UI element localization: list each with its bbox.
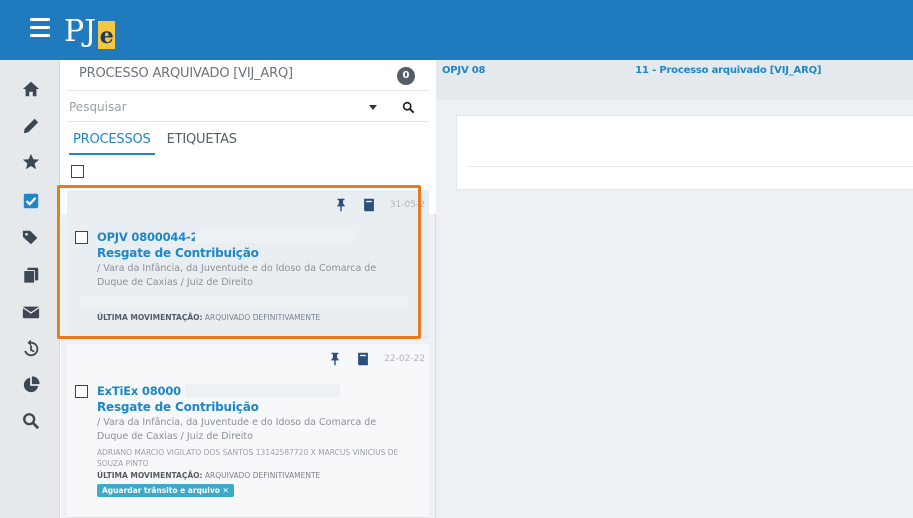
pin-icon[interactable]	[334, 198, 348, 212]
select-all-row	[61, 158, 436, 186]
last-movement-value: ARQUIVADO DEFINITIVAMENTE	[204, 313, 321, 322]
last-movement-value: ARQUIVADO DEFINITIVAMENTE	[204, 471, 321, 480]
nav-sidebar	[0, 60, 60, 518]
process-list-panel: PROCESSO ARQUIVADO [VIJ_ARQ] 0 PROCESSOS…	[61, 60, 436, 518]
chevron-down-icon[interactable]	[363, 97, 383, 117]
list-tabs: PROCESSOS ETIQUETAS	[69, 132, 249, 155]
hamburger-menu-icon[interactable]	[30, 18, 50, 40]
last-movement-label: ÚLTIMA MOVIMENTAÇÃO:	[97, 471, 203, 480]
pin-icon[interactable]	[328, 352, 342, 366]
redaction-bar	[185, 384, 340, 397]
detail-title[interactable]: OPJV 08 11 - Processo arquivado [VIJ_ARQ]	[442, 65, 821, 76]
process-card[interactable]: 31-05-2 OPJV 0800044-2 Resgate de Contri…	[67, 190, 429, 338]
tags-icon[interactable]	[20, 226, 42, 248]
book-icon[interactable]	[356, 352, 370, 366]
card-actions: 22-02-22	[328, 352, 425, 366]
process-card[interactable]: 22-02-22 ExTiEx 08000 Resgate de Contrib…	[67, 344, 429, 518]
logo-text: PJ	[64, 14, 97, 49]
detail-title-suffix: 11 - Processo arquivado [VIJ_ARQ]	[635, 65, 822, 76]
logo-letter: e	[98, 21, 116, 49]
home-icon[interactable]	[20, 78, 42, 100]
tag-chip[interactable]: Aguardar trânsito e arquivo ✕	[97, 484, 234, 497]
detail-title-prefix: OPJV 08	[442, 65, 486, 76]
search-row	[67, 90, 429, 122]
card-checkbox[interactable]	[75, 385, 88, 398]
process-subject: Resgate de Contribuição	[97, 400, 259, 414]
detail-header: OPJV 08 11 - Processo arquivado [VIJ_ARQ]	[436, 60, 913, 100]
redaction-bar	[195, 230, 355, 243]
card-checkbox[interactable]	[75, 231, 88, 244]
chart-icon[interactable]	[20, 374, 42, 396]
checkbox-icon[interactable]	[20, 190, 42, 212]
process-organ: / Vara da Infância, da Juventude e do Id…	[97, 417, 377, 442]
top-bar: PJ e	[0, 0, 913, 60]
envelope-icon[interactable]	[20, 301, 42, 323]
pencil-icon[interactable]	[20, 115, 42, 137]
search-icon	[402, 101, 414, 113]
pje-logo[interactable]: PJ e	[64, 11, 116, 49]
count-badge: 0	[397, 67, 415, 85]
search-icon[interactable]	[20, 410, 42, 432]
star-icon[interactable]	[20, 151, 42, 173]
process-subject: Resgate de Contribuição	[97, 246, 259, 260]
book-icon[interactable]	[362, 198, 376, 212]
last-movement: ÚLTIMA MOVIMENTAÇÃO: ARQUIVADO DEFINITIV…	[97, 471, 320, 480]
process-organ: / Vara da Infância, da Juventude e do Id…	[97, 263, 377, 288]
redaction-bar	[79, 296, 409, 306]
card-date: 22-02-22	[384, 354, 425, 364]
task-name: PROCESSO ARQUIVADO [VIJ_ARQ]	[79, 66, 293, 81]
detail-content-card	[456, 115, 913, 190]
divider	[467, 166, 913, 167]
tab-etiquetas[interactable]: ETIQUETAS	[163, 132, 241, 155]
last-movement: ÚLTIMA MOVIMENTAÇÃO: ARQUIVADO DEFINITIV…	[97, 313, 320, 322]
tab-processos[interactable]: PROCESSOS	[69, 132, 155, 155]
documents-icon[interactable]	[20, 264, 42, 286]
select-all-checkbox[interactable]	[71, 165, 84, 178]
last-movement-label: ÚLTIMA MOVIMENTAÇÃO:	[97, 313, 203, 322]
search-button[interactable]	[397, 96, 419, 118]
process-number[interactable]: OPJV 0800044-2	[97, 230, 199, 244]
card-date: 31-05-2	[389, 200, 425, 210]
search-input[interactable]	[67, 95, 362, 119]
history-icon[interactable]	[20, 338, 42, 360]
process-parties: ADRIANO MARCIO VIGILATO DOS SANTOS 13142…	[97, 448, 399, 468]
process-number[interactable]: ExTiEx 08000	[97, 384, 181, 398]
card-actions: 31-05-2	[334, 198, 425, 212]
detail-panel: OPJV 08 11 - Processo arquivado [VIJ_ARQ]	[436, 60, 913, 518]
